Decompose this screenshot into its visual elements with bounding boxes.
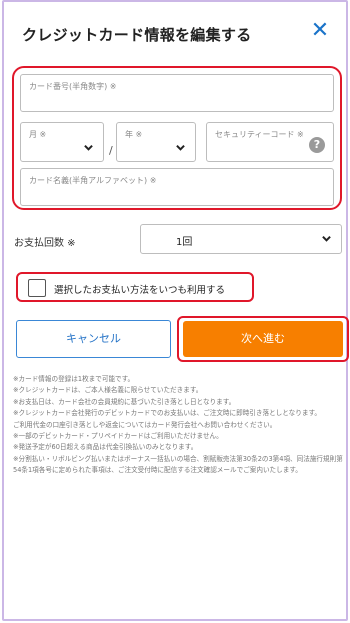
modal-dialog: クレジットカード情報を編集する ✕ カード番号(半角数字) ※ 月 ※ / 年 … bbox=[2, 0, 349, 621]
chevron-down-icon bbox=[84, 143, 93, 152]
note-line: ※カード情報の登録は1枚まで可能です。 bbox=[13, 375, 135, 383]
save-method-label[interactable]: 選択したお支払い方法をいつも利用する bbox=[54, 282, 225, 296]
dialog-title: クレジットカード情報を編集する bbox=[22, 26, 252, 44]
expiry-month-select[interactable]: 月 ※ bbox=[20, 122, 104, 162]
chevron-down-icon bbox=[322, 234, 331, 243]
card-details-group: カード番号(半角数字) ※ 月 ※ / 年 ※ セキュリティーコード ※ ? カ… bbox=[12, 66, 342, 210]
installments-select[interactable]: 1回 bbox=[140, 224, 342, 254]
card-number-label: カード番号(半角数字) ※ bbox=[29, 82, 117, 91]
next-button[interactable]: 次へ進む bbox=[183, 321, 343, 357]
note-line: ※お支払日は、カード会社の会員規約に基づいた引き落とし日となります。 bbox=[13, 397, 236, 406]
dialog-header: クレジットカード情報を編集する ✕ bbox=[4, 2, 346, 62]
cardholder-name-label: カード名義(半角アルファベット) ※ bbox=[29, 176, 157, 185]
security-code-field[interactable]: セキュリティーコード ※ ? bbox=[206, 122, 334, 162]
expiry-year-label: 年 ※ bbox=[125, 130, 143, 139]
close-icon[interactable]: ✕ bbox=[308, 19, 332, 43]
cardholder-name-field[interactable]: カード名義(半角アルファベット) ※ bbox=[20, 168, 334, 206]
note-line: ※クレジットカード会社発行のデビットカードでのお支払いは、ご注文時に即時引き落と… bbox=[13, 409, 321, 418]
note-line: ※発送予定が60日超える商品は代金引換払いのみとなります。 bbox=[13, 443, 198, 452]
expiry-year-select[interactable]: 年 ※ bbox=[116, 122, 196, 162]
save-method-option: 選択したお支払い方法をいつも利用する bbox=[16, 272, 254, 302]
card-number-field[interactable]: カード番号(半角数字) ※ bbox=[20, 74, 334, 112]
note-line: ※クレジットカードは、ご本人様名義に限らせていただきます。 bbox=[13, 386, 203, 395]
next-button-highlight: 次へ進む bbox=[177, 316, 349, 362]
save-method-checkbox[interactable] bbox=[28, 279, 46, 297]
installments-value: 1回 bbox=[176, 237, 193, 248]
chevron-down-icon bbox=[176, 143, 185, 152]
expiry-month-label: 月 ※ bbox=[29, 130, 47, 139]
note-line: ご利用代金の口座引き落としや返金についてはカード発行会社へお問い合わせください。 bbox=[13, 420, 277, 429]
notes-section: ※カード情報の登録は1枚まで可能です。 ※クレジットカードは、ご本人様名義に限ら… bbox=[13, 374, 345, 477]
security-code-label: セキュリティーコード ※ bbox=[215, 130, 304, 139]
expiry-separator: / bbox=[109, 144, 113, 157]
note-line: ※分割払い・リボルビング払いまたはボーナス一括払いの場合、割賦販売法第30条2の… bbox=[13, 454, 343, 475]
installments-label: お支払回数 ※ bbox=[14, 238, 76, 249]
help-icon[interactable]: ? bbox=[309, 137, 325, 153]
note-line: ※一部のデビットカード・プリペイドカードはご利用いただけません。 bbox=[13, 432, 223, 441]
cancel-button[interactable]: キャンセル bbox=[16, 320, 171, 358]
